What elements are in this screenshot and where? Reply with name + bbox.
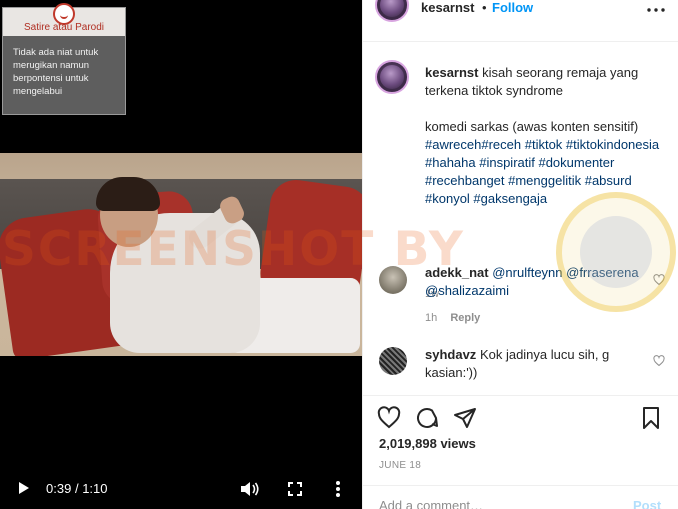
view-count[interactable]: 2,019,898 views — [379, 436, 476, 451]
comment-like-icon[interactable] — [653, 355, 665, 367]
satire-card-text: Tidak ada niat untuk merugikan namun ber… — [13, 47, 99, 97]
duration: 1:10 — [82, 481, 108, 496]
comment-icon[interactable] — [415, 406, 439, 430]
satire-card-header: Satire atau Parodi — [3, 3, 125, 36]
video-frame[interactable] — [0, 153, 362, 356]
caption-text: kesarnst kisah seorang remaja yang terke… — [425, 64, 665, 208]
person-hair — [96, 177, 160, 211]
comment-username[interactable]: adekk_nat — [425, 265, 489, 280]
header-dot: • — [482, 0, 487, 15]
comment-time: 1h — [425, 312, 438, 324]
reply-button[interactable]: Reply — [450, 312, 480, 324]
video-time: 0:39 / 1:10 — [46, 481, 108, 496]
caption-line2: komedi sarkas (awas konten sensitif) — [425, 119, 639, 134]
bookmark-icon[interactable] — [639, 406, 663, 430]
heart-icon[interactable] — [377, 406, 401, 430]
video-controls: 0:39 / 1:10 — [0, 469, 362, 509]
turnbackhoax-seal — [556, 192, 676, 312]
fullscreen-icon[interactable] — [288, 482, 302, 496]
satire-label-card: Satire atau Parodi Tidak ada niat untuk … — [2, 3, 126, 115]
comment-text: syhdavz Kok jadinya lucu sih, g kasian:'… — [425, 346, 645, 382]
seal-center — [580, 216, 652, 288]
current-time: 0:39 — [46, 481, 72, 496]
caption-avatar[interactable] — [375, 60, 409, 94]
share-icon[interactable] — [453, 406, 477, 430]
header-username[interactable]: kesarnst — [421, 0, 474, 15]
post-button[interactable]: Post — [633, 498, 661, 509]
follow-button[interactable]: Follow — [492, 0, 533, 15]
play-icon[interactable] — [19, 482, 29, 494]
comment-username[interactable]: syhdavz — [425, 347, 476, 362]
comment-meta: 1h Reply — [425, 312, 480, 324]
volume-icon[interactable] — [240, 481, 260, 497]
ellipsis-icon[interactable] — [647, 8, 665, 12]
post-header: kesarnst • Follow — [363, 0, 678, 42]
time-separator: / — [74, 481, 79, 496]
post-actions — [363, 395, 678, 435]
comment-input[interactable] — [379, 498, 609, 509]
more-options-icon[interactable] — [335, 480, 341, 498]
add-comment-bar: Post — [363, 485, 678, 509]
satire-card-title: Satire atau Parodi — [23, 22, 105, 33]
post-date: JUNE 18 — [379, 460, 422, 471]
caption-username[interactable]: kesarnst — [425, 65, 478, 80]
comment-avatar[interactable] — [379, 266, 407, 294]
avatar[interactable] — [375, 0, 409, 22]
video-player[interactable]: Satire atau Parodi Tidak ada niat untuk … — [0, 0, 362, 509]
comment-avatar[interactable] — [379, 347, 407, 375]
